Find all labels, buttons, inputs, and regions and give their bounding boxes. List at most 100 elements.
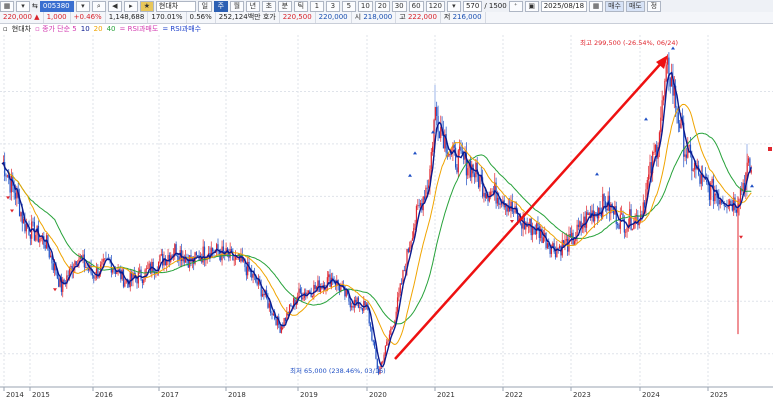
candle-body (252, 273, 254, 278)
interval-30[interactable]: 30 (391, 0, 407, 12)
candle-body (91, 273, 94, 276)
candle-body (403, 270, 405, 272)
stock-code-input[interactable]: 005380 (39, 0, 74, 12)
tab-tick[interactable]: 틱 (293, 0, 308, 12)
candle-body (32, 221, 34, 223)
candle-body (23, 219, 25, 224)
candle-body (542, 237, 544, 243)
tab-day[interactable]: 일 (197, 0, 212, 12)
candle-body (44, 245, 46, 249)
legend-stock-name[interactable]: 현대차 (12, 24, 31, 34)
zoom-icon[interactable]: ⁺ (508, 0, 523, 12)
stock-star-icon[interactable]: ★ (139, 0, 154, 12)
date-calendar-icon[interactable]: ▦ (589, 0, 604, 12)
candle-body (500, 203, 503, 205)
candle-body (144, 269, 146, 280)
candle-body (58, 278, 60, 287)
candle-body (167, 255, 169, 260)
candle-body (212, 247, 214, 252)
stock-name-field[interactable]: 현대차 (155, 0, 196, 12)
interval-20[interactable]: 20 (374, 0, 390, 12)
candle-body (349, 301, 351, 308)
legend-rsi-oversold[interactable]: = RSI과매도 (120, 24, 159, 34)
date-input[interactable]: 2025/08/18 (540, 0, 588, 12)
candle-body (463, 154, 465, 160)
candle-body (513, 211, 515, 213)
candle-body (233, 259, 235, 261)
legend-ma20[interactable]: 20 (94, 25, 103, 33)
tab-year[interactable]: 년 (245, 0, 260, 12)
candle-body (664, 80, 666, 97)
candle-body (112, 268, 114, 273)
x-tick-label: 2020 (369, 391, 387, 399)
candle-body (649, 162, 651, 175)
candle-body (415, 206, 418, 224)
candle-body (653, 151, 655, 153)
legend-ma-label[interactable]: ▫ 종가 단순 5 (35, 24, 77, 34)
interval-60[interactable]: 60 (408, 0, 424, 12)
candle-body (747, 158, 750, 163)
candle-body (85, 267, 87, 268)
legend-rsi-overbought[interactable]: = RSI과매수 (162, 24, 201, 34)
legend-close-icon[interactable]: ▫ (3, 25, 8, 33)
candle-body (418, 205, 420, 207)
candle-body (230, 249, 233, 252)
candle-body (75, 261, 77, 265)
candle-body (195, 252, 197, 256)
right-edge-marker (768, 147, 772, 151)
interval-120[interactable]: 120 (425, 0, 445, 12)
tab-month[interactable]: 월 (229, 0, 244, 12)
candle-body (275, 319, 277, 326)
prev-arrow-icon[interactable]: ◀ (107, 0, 122, 12)
candle-body (585, 212, 588, 228)
candle-body (467, 168, 469, 176)
turnover-rate: 0.56% (187, 12, 216, 23)
link-icon[interactable]: ⇆ (32, 2, 38, 10)
legend-ma10[interactable]: 10 (81, 25, 90, 33)
next-arrow-icon[interactable]: ▸ (123, 0, 138, 12)
candle-body (40, 237, 42, 239)
volume-pct: 170.01% (148, 12, 187, 23)
candle-body (221, 246, 223, 261)
candle-body (677, 112, 679, 124)
bid-price: 220,000 (316, 12, 352, 23)
buy-button[interactable]: 매수 (605, 0, 624, 12)
trade-value: 252,124백만 호가 (216, 12, 280, 23)
dropdown-chevron-icon[interactable]: ▾ (16, 0, 30, 12)
candle-body (571, 232, 573, 237)
interval-1[interactable]: 1 (309, 0, 324, 12)
sell-button[interactable]: 매도 (625, 0, 645, 12)
candle-body (498, 197, 500, 205)
interval-10[interactable]: 10 (357, 0, 373, 12)
candle-body (369, 323, 372, 328)
candle-body (537, 223, 539, 227)
tab-minute[interactable]: 분 (277, 0, 292, 12)
price-chart[interactable]: 최고 299,500 (-26.54%, 06/24) 최저 65,000 (2… (0, 35, 773, 400)
candle-body (654, 145, 656, 152)
interval-dropdown-icon[interactable]: ▾ (446, 0, 461, 12)
candle-body (587, 212, 589, 216)
legend-ma40[interactable]: 40 (107, 25, 116, 33)
chart-menu-button[interactable]: ▦ (0, 0, 14, 12)
candle-body (546, 243, 548, 249)
candle-body (272, 313, 274, 316)
rsi-signals (6, 46, 754, 331)
count-input[interactable]: 570 (462, 0, 483, 12)
candle-body (669, 78, 671, 87)
candle-body (715, 193, 717, 196)
candle-body (449, 153, 451, 155)
interval-5[interactable]: 5 (341, 0, 356, 12)
tab-second[interactable]: 초 (261, 0, 276, 12)
code-dropdown-icon[interactable]: ▾ (75, 0, 90, 12)
tab-week[interactable]: 주 (213, 0, 228, 12)
x-axis-labels: 2014 2015 2016 2017 2018 2019 2020 2021 2022 2023… (3, 387, 728, 399)
candle-body (692, 169, 694, 171)
extra-button[interactable]: 정 (646, 0, 661, 12)
search-icon[interactable]: ⌕ (91, 0, 106, 12)
calendar-icon[interactable]: ▣ (524, 0, 539, 12)
candle-body (390, 328, 392, 335)
quote-bar: 220,000 ▲ 1,000 +0.46% 1,148,688 170.01%… (0, 12, 773, 24)
x-tick-label: 2015 (32, 391, 50, 399)
interval-3[interactable]: 3 (325, 0, 340, 12)
candle-body (423, 196, 426, 200)
